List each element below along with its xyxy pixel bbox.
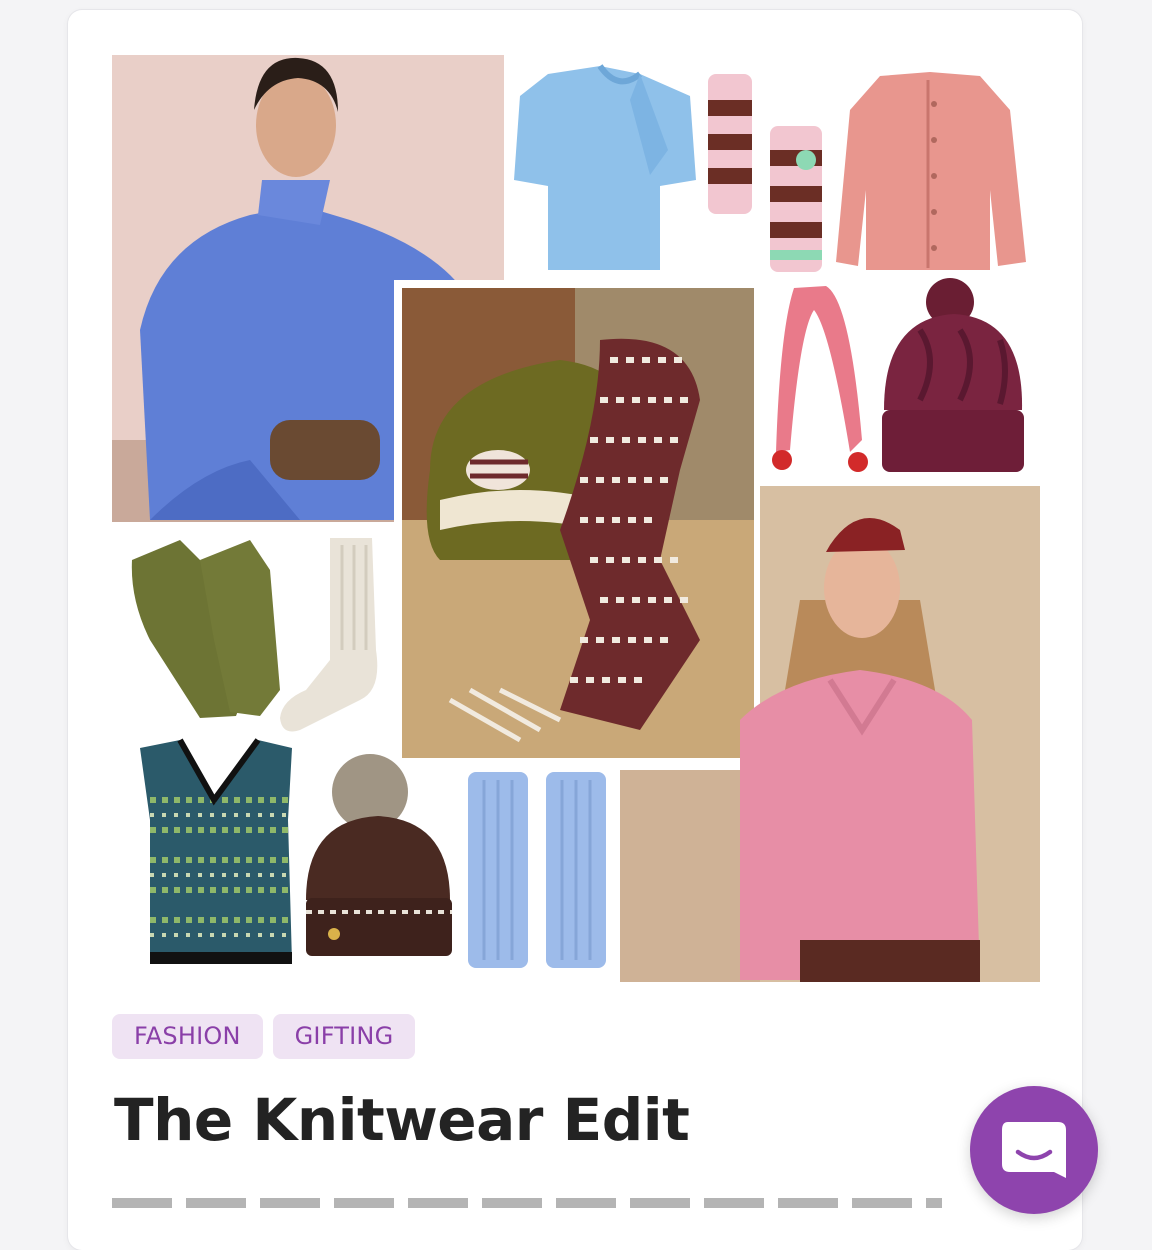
- chat-bubble-smile-icon: [1002, 1122, 1066, 1178]
- striped-leg-warmers-product: [708, 74, 822, 272]
- blue-knit-tee-product: [514, 64, 696, 270]
- blue-arm-warmers-product: [468, 772, 606, 968]
- pink-cardigan-product: [836, 72, 1026, 270]
- brown-pompom-beanie-product: [306, 754, 452, 956]
- burgundy-bobble-hat-product: [882, 278, 1024, 472]
- scarf-on-armchair-photo: [394, 280, 762, 766]
- article-excerpt-cutoff: [112, 1198, 942, 1208]
- knitwear-collage-image[interactable]: [0, 0, 1152, 1000]
- pink-pompom-scarf-product: [772, 286, 868, 472]
- tag-fashion[interactable]: FASHION: [112, 1014, 263, 1059]
- tag-gifting[interactable]: GIFTING: [272, 1014, 416, 1059]
- olive-gloves-product: [131, 540, 280, 718]
- fair-isle-vest-product: [140, 738, 292, 964]
- tag-list: FASHION GIFTING: [112, 1014, 416, 1059]
- cream-ribbed-socks-product: [280, 538, 378, 732]
- chat-launcher-button[interactable]: [970, 1086, 1098, 1214]
- article-title[interactable]: The Knitwear Edit: [114, 1086, 690, 1154]
